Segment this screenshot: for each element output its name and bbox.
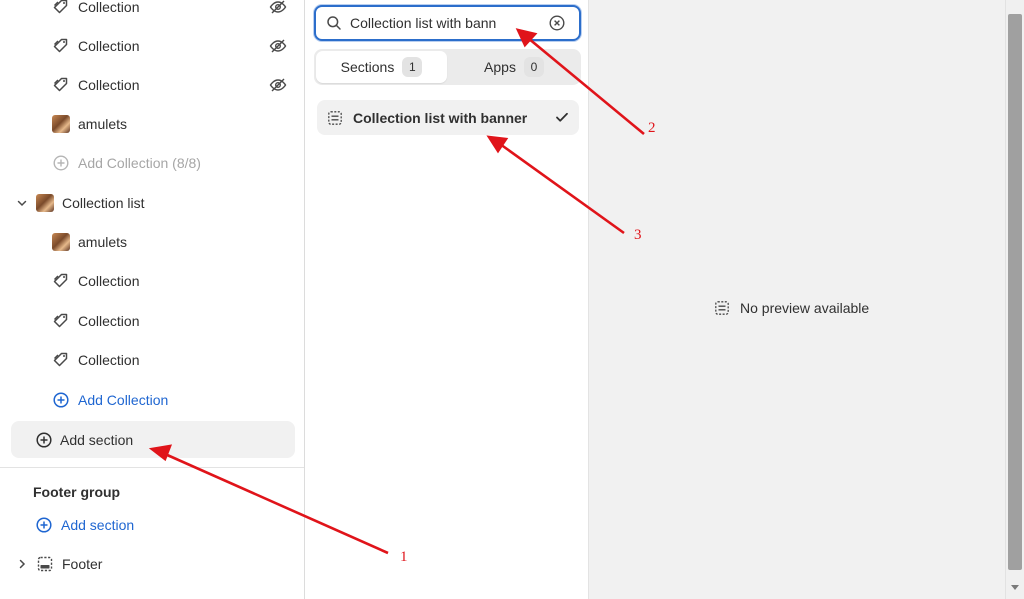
section-layout-icon xyxy=(714,300,730,316)
count-badge: 0 xyxy=(523,57,544,77)
collection-block-item[interactable]: amulets xyxy=(52,105,127,143)
plus-circle-icon xyxy=(52,154,70,172)
no-preview-label: No preview available xyxy=(740,300,870,316)
sidebar-divider xyxy=(0,467,304,468)
footer-layout-icon xyxy=(36,555,54,573)
collection-block-label: Collection xyxy=(78,352,140,368)
annotation-label-2: 2 xyxy=(648,120,656,136)
collection-block-label: amulets xyxy=(78,234,128,250)
collection-tag-icon xyxy=(52,76,70,94)
section-sidebar: Collection Collection Collection amulets… xyxy=(0,0,304,599)
footer-add-section-button[interactable]: Add section xyxy=(35,506,134,544)
tab-sections[interactable]: Sections 1 xyxy=(316,51,447,83)
chevron-down-icon[interactable] xyxy=(16,194,28,212)
tab-label: Sections xyxy=(340,59,395,75)
add-section-button[interactable]: Add section xyxy=(11,421,295,458)
collection-block-label: Collection xyxy=(78,273,140,289)
collection-block-item[interactable]: Collection xyxy=(52,66,139,104)
page-scrollbar[interactable] xyxy=(1005,0,1024,599)
collection-block-item[interactable]: Collection xyxy=(52,0,139,26)
collection-block-item[interactable]: amulets xyxy=(52,223,127,261)
collection-block-label: amulets xyxy=(78,116,128,132)
plus-circle-icon xyxy=(36,431,52,448)
collection-block-item[interactable]: Collection xyxy=(52,262,139,300)
scrollbar-thumb[interactable] xyxy=(1008,14,1022,570)
clear-search-icon[interactable] xyxy=(549,15,565,31)
collection-block-item[interactable]: Collection xyxy=(52,341,139,379)
result-label: Collection list with banner xyxy=(353,109,528,126)
add-collection-button[interactable]: Add Collection xyxy=(52,381,168,419)
add-section-label: Add section xyxy=(60,431,134,448)
annotation-label-3: 3 xyxy=(634,227,642,243)
preview-pane: No preview available xyxy=(589,0,1005,599)
add-collection-label: Add Collection xyxy=(78,392,169,408)
search-result-item[interactable]: Collection list with banner xyxy=(317,100,579,135)
section-image-thumbnail xyxy=(36,194,54,212)
add-collection-button-disabled: Add Collection (8/8) xyxy=(52,144,201,182)
plus-circle-icon xyxy=(35,516,53,534)
collection-block-label: Collection xyxy=(78,313,140,329)
search-field[interactable] xyxy=(314,5,581,41)
hidden-eye-icon[interactable] xyxy=(268,36,288,56)
tab-label: Apps xyxy=(484,59,516,75)
plus-circle-icon xyxy=(52,391,70,409)
add-collection-label: Add Collection (8/8) xyxy=(78,155,201,171)
scroll-down-arrow-icon[interactable] xyxy=(1011,585,1019,590)
annotation-label-1: 1 xyxy=(400,549,408,565)
collection-tag-icon xyxy=(52,0,70,16)
hidden-eye-icon[interactable] xyxy=(268,0,288,17)
count-badge: 1 xyxy=(402,57,423,77)
collection-tag-icon xyxy=(52,312,70,330)
add-section-label: Add section xyxy=(61,517,135,533)
collection-tag-icon xyxy=(52,272,70,290)
collection-block-label: Collection xyxy=(78,0,140,15)
collection-tag-icon xyxy=(52,37,70,55)
section-label: Collection list xyxy=(62,195,145,211)
search-input[interactable] xyxy=(350,15,540,31)
no-preview-message: No preview available xyxy=(714,300,869,316)
collection-block-item[interactable]: Collection xyxy=(52,27,139,65)
collection-image-thumbnail xyxy=(52,115,70,133)
collection-image-thumbnail xyxy=(52,233,70,251)
collection-tag-icon xyxy=(52,351,70,369)
section-footer[interactable]: Footer xyxy=(16,545,102,583)
footer-group-title: Footer group xyxy=(33,484,121,500)
checkmark-icon xyxy=(555,110,569,124)
collection-block-item[interactable]: Collection xyxy=(52,302,139,340)
add-section-picker: Sections 1 Apps 0 Collection list with b… xyxy=(304,0,589,599)
section-label: Footer xyxy=(62,556,103,572)
section-layout-icon xyxy=(327,110,343,126)
search-icon xyxy=(326,15,342,31)
section-collection-list[interactable]: Collection list xyxy=(16,184,144,222)
picker-tabs: Sections 1 Apps 0 xyxy=(314,49,581,85)
collection-block-label: Collection xyxy=(78,38,140,54)
hidden-eye-icon[interactable] xyxy=(268,75,288,95)
chevron-right-icon[interactable] xyxy=(16,555,28,573)
tab-apps[interactable]: Apps 0 xyxy=(449,51,579,83)
collection-block-label: Collection xyxy=(78,77,140,93)
